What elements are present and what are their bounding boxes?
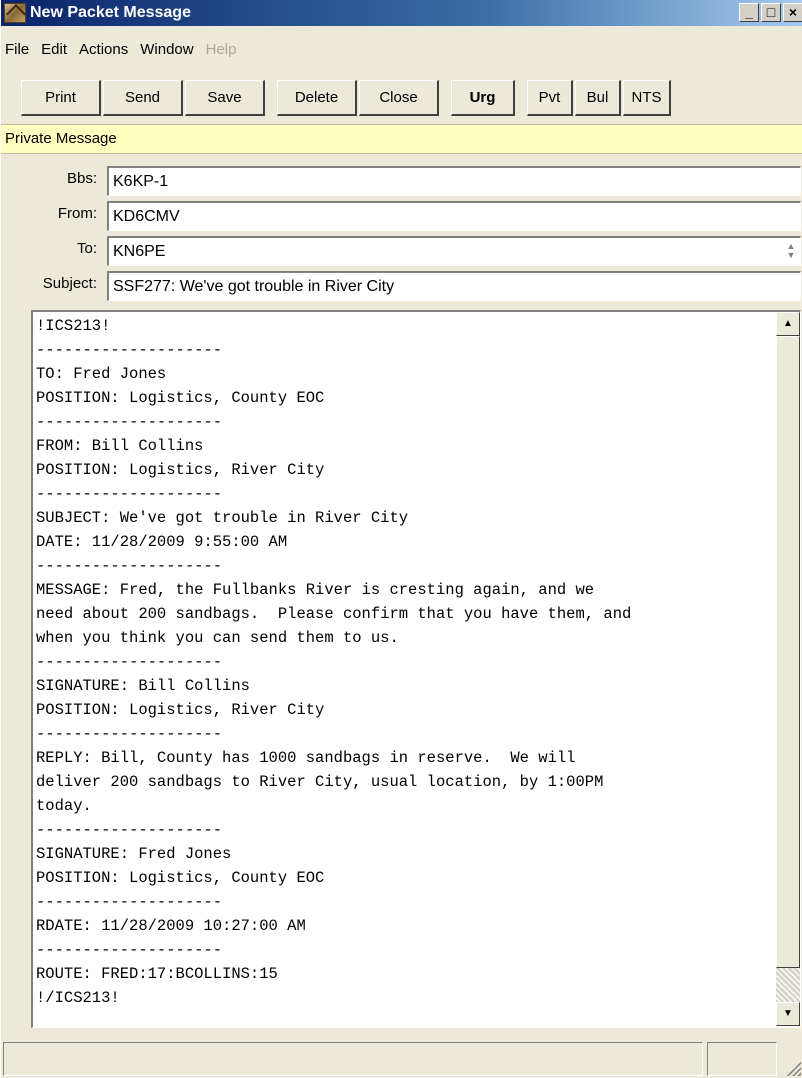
save-button[interactable]: Save — [185, 80, 265, 116]
send-button[interactable]: Send — [103, 80, 183, 116]
print-button[interactable]: Print — [21, 80, 101, 116]
to-label: To: — [76, 240, 97, 257]
resize-grip-icon[interactable] — [785, 1060, 801, 1076]
menu-edit[interactable]: Edit — [41, 41, 67, 58]
scroll-down-arrow-icon[interactable]: ▼ — [776, 1002, 800, 1026]
message-body-editor[interactable]: !ICS213! -------------------- TO: Fred J… — [31, 310, 801, 1028]
subject-label: Subject: — [42, 275, 97, 292]
bulletin-button[interactable]: Bul — [575, 80, 621, 116]
scroll-thumb[interactable] — [776, 336, 800, 968]
status-bar — [1, 1040, 802, 1078]
bbs-field[interactable]: K6KP-1 — [107, 166, 801, 196]
urgent-button[interactable]: Urg — [451, 80, 515, 116]
from-label: From: — [57, 205, 97, 222]
menu-actions[interactable]: Actions — [79, 41, 128, 58]
toolbar: Print Send Save Delete Close Urg Pvt Bul… — [1, 80, 802, 118]
nts-button[interactable]: NTS — [623, 80, 671, 116]
menu-bar: File Edit Actions Window Help — [1, 38, 802, 60]
title-bar[interactable]: New Packet Message _ □ × — [1, 0, 802, 26]
bbs-label: Bbs: — [66, 170, 97, 187]
app-icon[interactable] — [4, 3, 26, 23]
to-spin-icon[interactable]: ▲ ▼ — [784, 242, 798, 262]
scroll-up-arrow-icon[interactable]: ▲ — [776, 312, 800, 336]
status-panel-secondary — [707, 1042, 777, 1076]
menu-help[interactable]: Help — [206, 41, 237, 58]
subject-field[interactable]: SSF277: We've got trouble in River City — [107, 271, 801, 301]
message-body-text[interactable]: !ICS213! -------------------- TO: Fred J… — [33, 312, 775, 1026]
to-value: KN6PE — [113, 243, 166, 260]
vertical-scrollbar[interactable]: ▲ ▼ — [776, 312, 800, 1026]
packet-message-window: New Packet Message _ □ × File Edit Actio… — [0, 0, 802, 1078]
delete-button[interactable]: Delete — [277, 80, 357, 116]
maximize-button[interactable]: □ — [761, 3, 781, 22]
to-field[interactable]: KN6PE ▲ ▼ — [107, 236, 801, 266]
from-field[interactable]: KD6CMV — [107, 201, 801, 231]
status-panel-main — [3, 1042, 703, 1076]
window-controls: _ □ × — [739, 3, 802, 22]
minimize-button[interactable]: _ — [739, 3, 759, 22]
close-button[interactable]: Close — [359, 80, 439, 116]
message-type-banner: Private Message — [1, 124, 802, 154]
menu-file[interactable]: File — [5, 41, 29, 58]
scroll-track[interactable] — [776, 968, 800, 1002]
menu-window[interactable]: Window — [140, 41, 193, 58]
window-title: New Packet Message — [30, 4, 191, 21]
close-window-button[interactable]: × — [783, 3, 802, 22]
private-button[interactable]: Pvt — [527, 80, 573, 116]
